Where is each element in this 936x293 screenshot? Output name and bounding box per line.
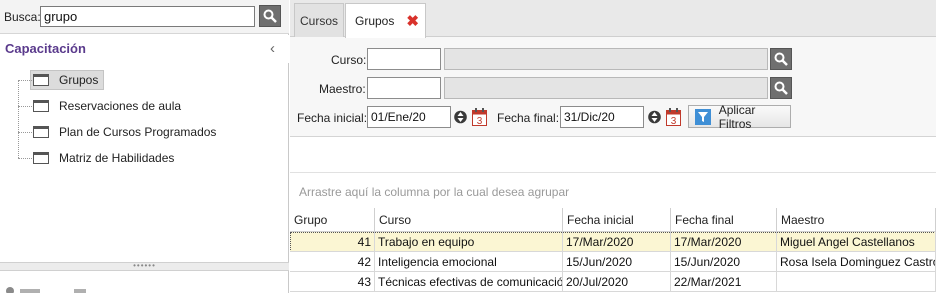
fecha-inicial-spinner[interactable] <box>454 108 467 126</box>
maestro-search-button[interactable] <box>770 77 792 99</box>
curso-label: Curso: <box>331 53 367 67</box>
search-bar: Busca: <box>0 0 289 34</box>
tree-connector <box>18 158 32 159</box>
tree-connector <box>18 106 32 107</box>
tree-item-plan-cursos[interactable]: Plan de Cursos Programados <box>18 122 278 142</box>
form-icon <box>33 126 49 138</box>
filter-panel: Curso: Maestro: Fecha inicial: 3 Fecha f… <box>290 38 936 136</box>
apply-filters-button[interactable]: Aplicar Filtros <box>688 102 791 131</box>
tree-item-label: Reservaciones de aula <box>59 99 182 113</box>
calendar-day: 3 <box>477 116 483 126</box>
module-icon <box>6 287 86 293</box>
cell-fecha-inicial: 15/Jun/2020 <box>563 252 671 272</box>
cell-grupo: 43 <box>290 272 375 292</box>
calendar-icon[interactable]: 3 <box>666 108 681 126</box>
cell-curso: Técnicas efectivas de comunicación <box>375 272 563 292</box>
search-icon <box>774 52 788 66</box>
fecha-inicial-label: Fecha inicial: <box>297 111 368 125</box>
tree-item-label: Grupos <box>59 73 99 87</box>
table-row[interactable]: 42 Inteligencia emocional 15/Jun/2020 15… <box>290 252 936 272</box>
tree-item-matriz[interactable]: Matriz de Habilidades <box>18 148 278 168</box>
section-title: Capacitación <box>5 41 86 56</box>
search-label: Busca: <box>4 10 41 24</box>
cell-fecha-inicial: 20/Jul/2020 <box>563 272 671 292</box>
calendar-icon[interactable]: 3 <box>472 108 487 126</box>
tree-item-label: Plan de Cursos Programados <box>59 125 217 139</box>
maestro-name-display <box>444 77 768 99</box>
grip-icon: •••••• <box>133 261 156 270</box>
tab-cursos[interactable]: Cursos <box>294 3 344 37</box>
tree-item-reservaciones[interactable]: Reservaciones de aula <box>18 96 278 116</box>
cell-fecha-final: 15/Jun/2020 <box>671 252 777 272</box>
panel-splitter[interactable]: •••••• <box>0 262 289 271</box>
filter-icon <box>695 108 711 125</box>
form-icon <box>33 100 49 112</box>
spacer <box>290 136 936 172</box>
results-grid: Grupo Curso Fecha inicial Fecha final Ma… <box>290 208 936 293</box>
section-header[interactable]: Capacitación ‹ <box>0 35 289 63</box>
maestro-label: Maestro: <box>319 82 366 96</box>
column-header-fecha-inicial[interactable]: Fecha inicial <box>563 208 671 232</box>
cell-maestro <box>777 272 936 292</box>
search-button[interactable] <box>259 5 281 27</box>
column-header-maestro[interactable]: Maestro <box>777 208 936 232</box>
cell-maestro: Miguel Angel Castellanos <box>777 232 936 252</box>
tab-label: Grupos <box>355 14 395 28</box>
chevron-left-icon[interactable]: ‹ <box>270 40 275 57</box>
calendar-day: 3 <box>671 116 677 126</box>
cell-maestro: Rosa Isela Dominguez Castro <box>777 252 936 272</box>
curso-code-input[interactable] <box>367 48 441 70</box>
tree-item-label: Matriz de Habilidades <box>59 151 175 165</box>
tree-connector <box>18 80 32 81</box>
tab-label: Cursos <box>299 13 338 28</box>
form-icon <box>33 74 49 86</box>
search-icon <box>263 9 277 23</box>
column-header-grupo[interactable]: Grupo <box>290 208 375 232</box>
cell-curso: Trabajo en equipo <box>375 232 563 252</box>
tree-item-grupos[interactable]: Grupos <box>18 70 278 90</box>
cell-fecha-final: 17/Mar/2020 <box>671 232 777 252</box>
content-panel: Cursos Grupos ✖ Curso: Maestro: Fecha in… <box>290 0 936 293</box>
fecha-final-label: Fecha final: <box>497 111 560 125</box>
group-by-hint: Arrastre aquí la columna por la cual des… <box>299 185 570 199</box>
module-icons <box>4 280 94 293</box>
maestro-code-input[interactable] <box>367 77 441 99</box>
cell-grupo: 41 <box>290 232 375 252</box>
curso-search-button[interactable] <box>770 48 792 70</box>
search-icon <box>774 81 788 95</box>
column-header-fecha-final[interactable]: Fecha final <box>671 208 777 232</box>
table-row[interactable]: 41 Trabajo en equipo 17/Mar/2020 17/Mar/… <box>290 232 936 252</box>
cell-curso: Inteligencia emocional <box>375 252 563 272</box>
group-by-area[interactable]: Arrastre aquí la columna por la cual des… <box>290 172 936 208</box>
tree-connector <box>18 80 19 158</box>
fecha-final-input[interactable] <box>560 106 644 128</box>
table-row[interactable]: 43 Técnicas efectivas de comunicación 20… <box>290 272 936 292</box>
cell-grupo: 42 <box>290 252 375 272</box>
fecha-inicial-input[interactable] <box>367 106 451 128</box>
curso-name-display <box>444 48 768 70</box>
tab-bar: Cursos Grupos ✖ <box>290 0 936 38</box>
search-input[interactable] <box>40 6 255 27</box>
tab-grupos[interactable]: Grupos ✖ <box>345 3 426 38</box>
form-icon <box>33 152 49 164</box>
column-header-curso[interactable]: Curso <box>375 208 563 232</box>
apply-filters-label: Aplicar Filtros <box>718 102 756 131</box>
cell-fecha-inicial: 17/Mar/2020 <box>563 232 671 252</box>
close-icon[interactable]: ✖ <box>406 12 419 30</box>
fecha-final-spinner[interactable] <box>648 108 661 126</box>
cell-fecha-final: 22/Mar/2021 <box>671 272 777 292</box>
navigation-panel: Busca: Capacitación ‹ Grupos Reservacion… <box>0 0 289 293</box>
tree-connector <box>18 132 32 133</box>
